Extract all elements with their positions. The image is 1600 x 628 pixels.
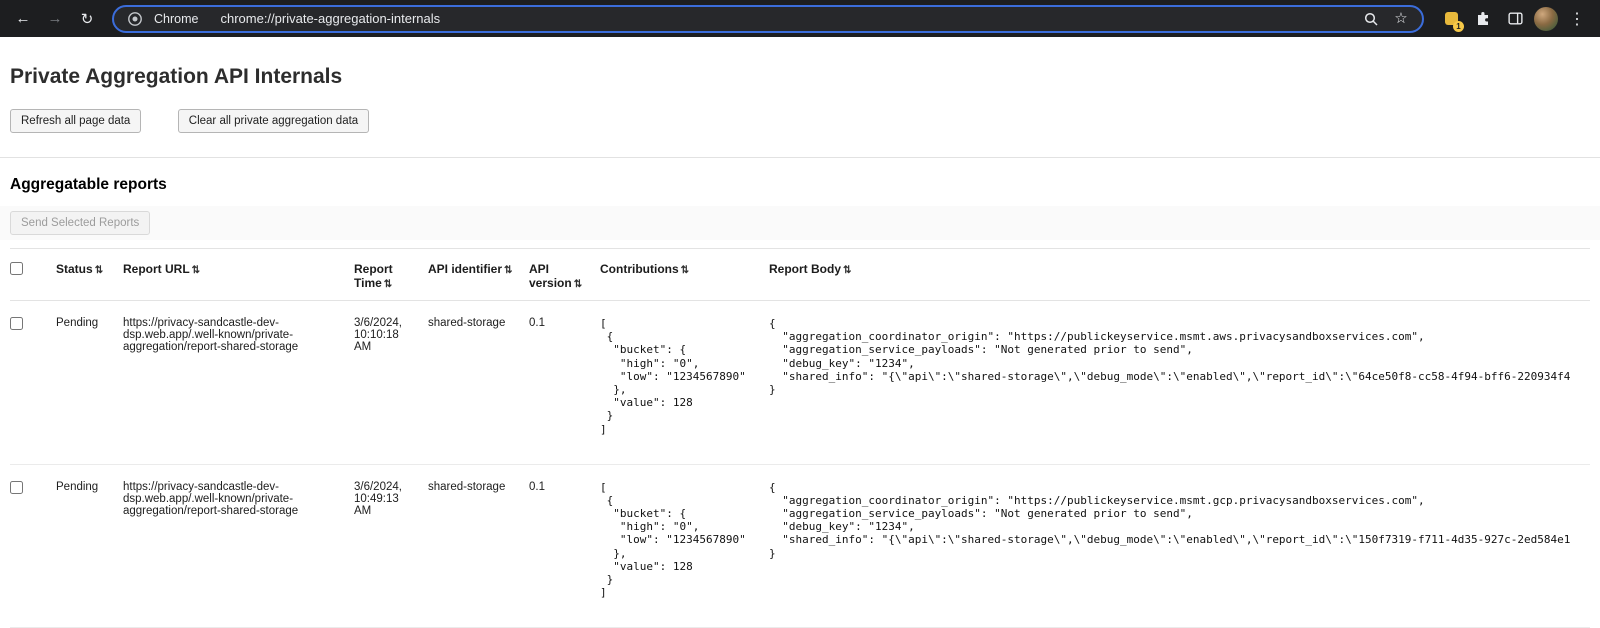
table-row[interactable]: Pending https://privacy-sandcastle-dev-d…	[10, 301, 1590, 465]
column-header-contributions[interactable]: Contributions⇅	[600, 249, 769, 301]
report-body-cell: { "aggregation_coordinator_origin": "htt…	[769, 301, 1590, 465]
extension-badge: 1	[1453, 21, 1464, 32]
page-content: Private Aggregation API Internals Refres…	[0, 65, 1600, 628]
page-actions: Refresh all page data Clear all private …	[10, 109, 1590, 133]
bookmark-star-icon[interactable]: ☆	[1390, 8, 1412, 30]
api-identifier-cell: shared-storage	[428, 464, 529, 628]
column-header-status[interactable]: Status⇅	[56, 249, 123, 301]
reports-table: Status⇅ Report URL⇅ Report Time⇅ API ide…	[10, 248, 1590, 628]
side-panel-icon[interactable]	[1502, 6, 1528, 32]
send-selected-reports-button[interactable]: Send Selected Reports	[10, 211, 150, 235]
site-chip-label: Chrome	[154, 12, 198, 26]
api-version-cell: 0.1	[529, 301, 600, 465]
report-body-json: { "aggregation_coordinator_origin": "htt…	[769, 317, 1580, 396]
sort-icon: ⇅	[95, 265, 103, 276]
contributions-cell: [ { "bucket": { "high": "0", "low": "123…	[600, 301, 769, 465]
sort-icon: ⇅	[504, 265, 512, 276]
profile-avatar[interactable]	[1534, 7, 1558, 31]
row-select-cell	[10, 464, 56, 628]
reports-toolbar: Send Selected Reports	[0, 206, 1600, 240]
status-cell: Pending	[56, 301, 123, 465]
section-divider	[0, 157, 1600, 158]
url-text[interactable]: chrome://private-aggregation-internals	[220, 11, 440, 26]
select-all-checkbox[interactable]	[10, 262, 23, 275]
sort-icon: ⇅	[843, 265, 851, 276]
address-bar[interactable]: Chrome chrome://private-aggregation-inte…	[112, 5, 1424, 33]
pinned-extension-icon[interactable]: 1	[1438, 6, 1464, 32]
table-header-row: Status⇅ Report URL⇅ Report Time⇅ API ide…	[10, 249, 1590, 301]
clear-all-button[interactable]: Clear all private aggregation data	[178, 109, 369, 133]
menu-dots-icon[interactable]: ⋮	[1564, 6, 1590, 32]
back-icon[interactable]: ←	[10, 6, 36, 32]
select-all-cell	[10, 249, 56, 301]
sort-icon: ⇅	[192, 265, 200, 276]
report-body-json: { "aggregation_coordinator_origin": "htt…	[769, 481, 1580, 560]
api-identifier-cell: shared-storage	[428, 301, 529, 465]
column-header-report-url[interactable]: Report URL⇅	[123, 249, 354, 301]
column-header-report-time[interactable]: Report Time⇅	[354, 249, 428, 301]
report-url-cell: https://privacy-sandcastle-dev-dsp.web.a…	[123, 464, 354, 628]
refresh-all-button[interactable]: Refresh all page data	[10, 109, 141, 133]
report-url-cell: https://privacy-sandcastle-dev-dsp.web.a…	[123, 301, 354, 465]
contributions-cell: [ { "bucket": { "high": "0", "low": "123…	[600, 464, 769, 628]
report-time-cell: 3/6/2024, 10:10:18 AM	[354, 301, 428, 465]
table-row[interactable]: Pending https://privacy-sandcastle-dev-d…	[10, 464, 1590, 628]
contributions-json: [ { "bucket": { "high": "0", "low": "123…	[600, 481, 759, 600]
row-select-cell	[10, 301, 56, 465]
page-title: Private Aggregation API Internals	[10, 65, 1590, 89]
browser-toolbar: ← → ↻ Chrome chrome://private-aggregatio…	[0, 0, 1600, 37]
chrome-logo-icon	[124, 8, 146, 30]
sort-icon: ⇅	[681, 265, 689, 276]
column-header-api-version[interactable]: API version⇅	[529, 249, 600, 301]
status-cell: Pending	[56, 464, 123, 628]
sort-icon: ⇅	[384, 279, 392, 290]
row-checkbox[interactable]	[10, 481, 23, 494]
search-icon[interactable]	[1360, 8, 1382, 30]
report-body-cell: { "aggregation_coordinator_origin": "htt…	[769, 464, 1590, 628]
sort-icon: ⇅	[574, 279, 582, 290]
row-checkbox[interactable]	[10, 317, 23, 330]
contributions-json: [ { "bucket": { "high": "0", "low": "123…	[600, 317, 759, 436]
column-header-report-body[interactable]: Report Body⇅	[769, 249, 1590, 301]
api-version-cell: 0.1	[529, 464, 600, 628]
extensions-puzzle-icon[interactable]	[1470, 6, 1496, 32]
report-time-cell: 3/6/2024, 10:49:13 AM	[354, 464, 428, 628]
reload-icon[interactable]: ↻	[74, 6, 100, 32]
forward-icon[interactable]: →	[42, 6, 68, 32]
column-header-api-identifier[interactable]: API identifier⇅	[428, 249, 529, 301]
aggregatable-reports-heading: Aggregatable reports	[10, 176, 1590, 194]
